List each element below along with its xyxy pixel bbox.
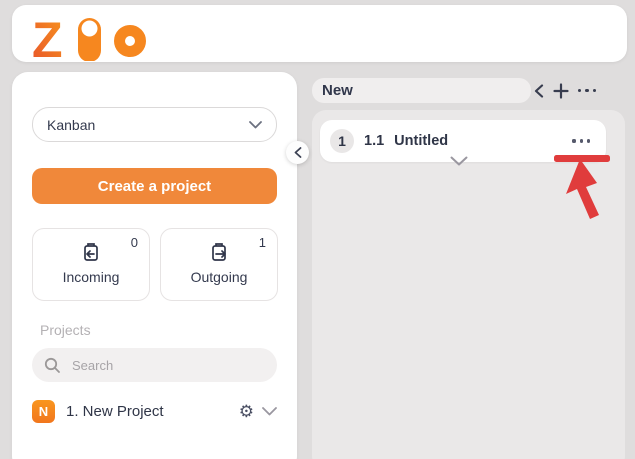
search-icon (44, 357, 61, 374)
incoming-label: Incoming (33, 269, 149, 285)
project-name: 1. New Project (66, 403, 239, 420)
column-nav (534, 78, 596, 103)
ellipsis-icon (578, 89, 581, 92)
column-title: New (322, 82, 353, 99)
logo-i-dot (82, 21, 98, 37)
project-list-item[interactable]: N 1. New Project ⚙ (32, 398, 277, 424)
view-mode-select[interactable]: Kanban (32, 107, 277, 142)
outgoing-label: Outgoing (161, 269, 277, 285)
task-number-badge: 1 (330, 129, 354, 153)
chevron-down-icon (249, 121, 262, 129)
app-window: Z Kanban Create a project 0 (0, 0, 635, 459)
column-panel: 1 1.1 Untitled (312, 110, 625, 459)
sidebar-collapse-button[interactable] (286, 141, 309, 164)
zio-logo[interactable]: Z (26, 11, 166, 61)
outgoing-count: 1 (259, 235, 266, 250)
column-menu-button[interactable] (578, 89, 596, 92)
projects-section-label: Projects (40, 322, 91, 338)
incoming-card[interactable]: 0 Incoming (32, 228, 150, 301)
search-input[interactable] (70, 357, 265, 374)
task-title: Untitled (394, 133, 448, 149)
chevron-left-icon (534, 84, 544, 98)
logo-letter-z: Z (32, 12, 63, 61)
left-sidebar: Kanban Create a project 0 Incoming 1 (12, 72, 297, 459)
task-menu-button[interactable] (572, 139, 590, 142)
view-mode-value: Kanban (47, 117, 95, 133)
column-title-field[interactable]: New (312, 78, 531, 103)
add-card-button[interactable] (553, 83, 569, 99)
chevron-left-icon (294, 147, 302, 158)
project-avatar: N (32, 400, 55, 423)
column-back-button[interactable] (534, 84, 544, 98)
incoming-count: 0 (131, 235, 138, 250)
task-code: 1.1 (364, 133, 384, 149)
gear-icon[interactable]: ⚙ (239, 403, 254, 420)
create-project-button[interactable]: Create a project (32, 168, 277, 204)
expand-card-chevron-down-icon[interactable] (450, 156, 468, 167)
outgoing-card[interactable]: 1 Outgoing (160, 228, 278, 301)
project-chevron-down-icon[interactable] (262, 407, 277, 416)
plus-icon (553, 83, 569, 99)
logo-o-ring (120, 31, 141, 52)
ellipsis-icon (572, 139, 575, 142)
top-header-bar: Z (12, 5, 627, 62)
project-search (32, 348, 277, 382)
stats-row: 0 Incoming 1 (32, 228, 278, 301)
